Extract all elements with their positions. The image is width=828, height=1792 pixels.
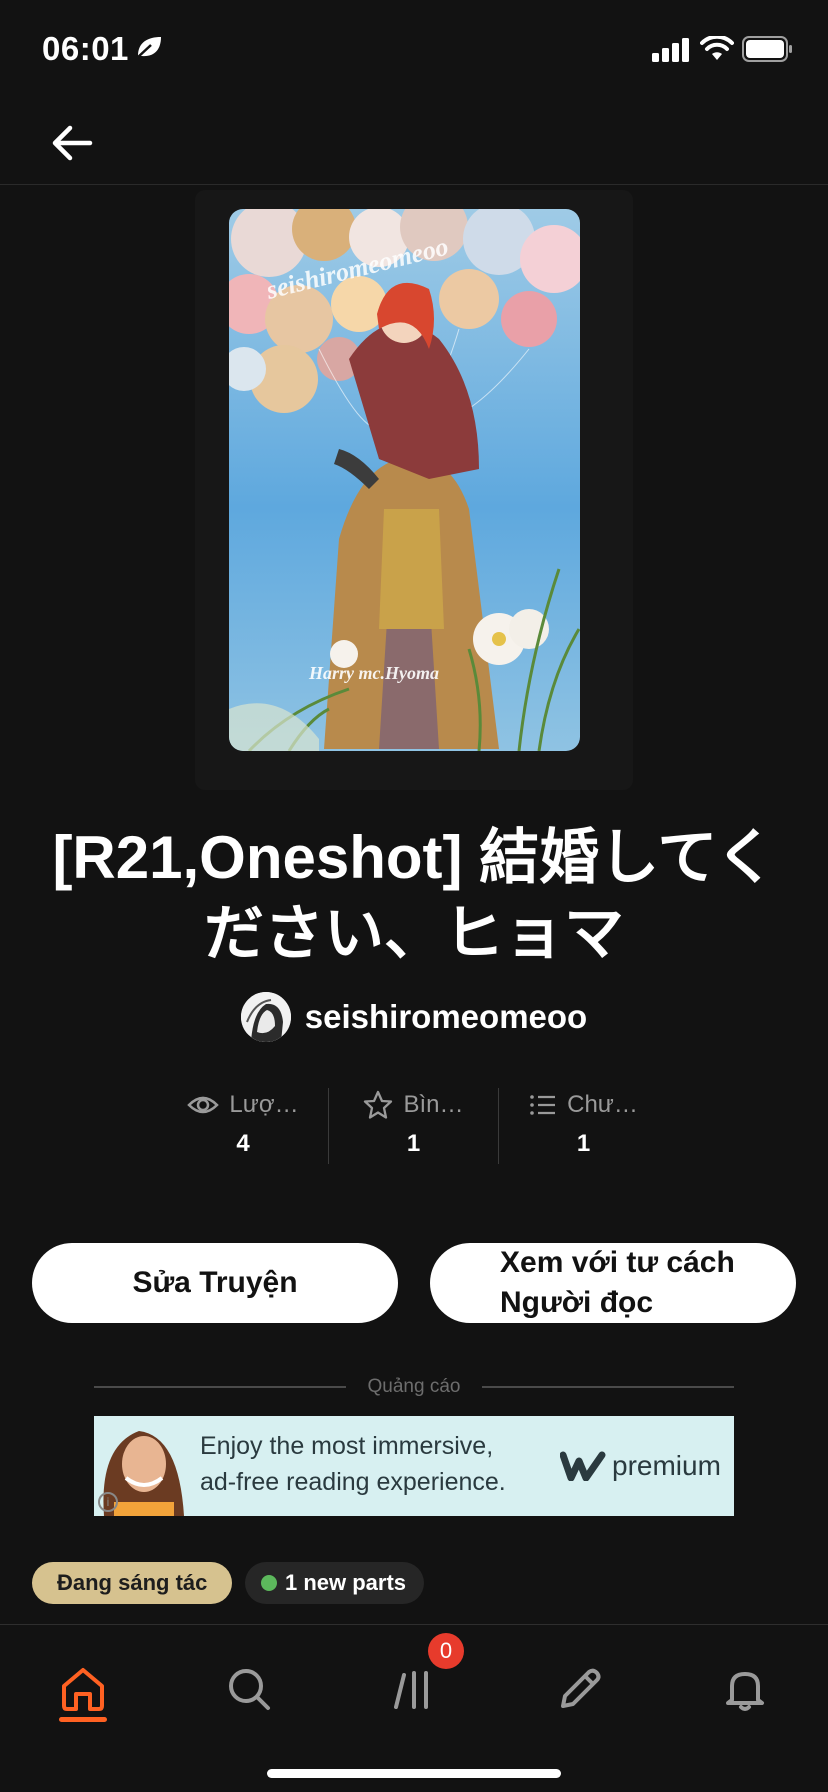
ad-text: Enjoy the most immersive, ad-free readin…: [200, 1428, 540, 1500]
story-detail-screen: 06:01 seishiromeomeoo Harry mc.Hyoma [R2…: [0, 0, 828, 1792]
battery-icon: [742, 36, 792, 62]
cover-artwork: seishiromeomeoo Harry mc.Hyoma: [229, 209, 580, 751]
green-dot-icon: [261, 1575, 277, 1591]
stat-votes: Bìn… 1: [328, 1088, 498, 1164]
stat-parts: Chư… 1: [498, 1088, 668, 1164]
eye-icon: [187, 1096, 220, 1114]
status-bar: 06:01: [0, 0, 828, 100]
stat-reads-value: 4: [236, 1130, 250, 1157]
nav-notifications[interactable]: [705, 1649, 785, 1729]
view-as-reader-line2: Người đọc: [500, 1286, 654, 1319]
ad-banner[interactable]: i Enjoy the most immersive, ad-free read…: [94, 1416, 734, 1516]
edit-story-button[interactable]: Sửa Truyện: [32, 1243, 398, 1323]
cover-watermark-bottom: Harry mc.Hyoma: [308, 663, 439, 683]
new-parts-badge: 1 new parts: [245, 1562, 425, 1604]
view-as-reader-button[interactable]: Xem với tư cách Người đọc: [430, 1243, 796, 1323]
status-badge: Đang sáng tác: [32, 1562, 233, 1604]
bell-icon: [726, 1672, 764, 1711]
active-tab-indicator: [59, 1717, 107, 1722]
info-icon[interactable]: i: [98, 1492, 118, 1512]
story-title: [R21,Oneshot] 結婚してください、ヒョマ: [52, 824, 776, 967]
nav-write[interactable]: [540, 1649, 620, 1729]
author-name: seishiromeomeoo: [304, 998, 588, 1035]
library-icon: [394, 1671, 428, 1709]
home-indicator: [267, 1769, 561, 1778]
wifi-icon: [700, 36, 734, 60]
ad-brand-label: premium: [612, 1450, 721, 1481]
stat-parts-value: 1: [576, 1130, 591, 1157]
arrow-left-icon: [52, 125, 93, 161]
new-parts-label: 1 new parts: [285, 1570, 407, 1595]
top-header: [0, 100, 828, 185]
pencil-icon: [561, 1668, 601, 1708]
ad-text-line1: Enjoy the most immersive,: [200, 1432, 494, 1460]
list-icon: [530, 1095, 556, 1115]
avatar: [240, 992, 291, 1042]
ad-brand: premium: [560, 1446, 721, 1486]
stat-reads-label: Lượ…: [229, 1091, 299, 1118]
search-icon: [229, 1669, 270, 1710]
status-time: 06:01: [42, 30, 129, 67]
author-row[interactable]: seishiromeomeoo: [0, 990, 828, 1044]
nav-search[interactable]: [209, 1649, 289, 1729]
bottom-navigation: 0: [0, 1624, 828, 1792]
ad-label-row: Quảng cáo: [94, 1372, 734, 1402]
view-as-reader-line1: Xem với tư cách: [500, 1246, 735, 1279]
library-badge: 0: [428, 1633, 464, 1669]
wattpad-logo-icon: [560, 1451, 606, 1481]
stat-votes-label: Bìn…: [403, 1091, 464, 1118]
divider: [94, 1386, 346, 1388]
home-icon: [62, 1668, 104, 1711]
divider: [482, 1386, 734, 1388]
back-button[interactable]: [44, 118, 100, 168]
leaf-icon: [136, 37, 161, 59]
ad-label: Quảng cáo: [367, 1376, 461, 1397]
story-cover[interactable]: seishiromeomeoo Harry mc.Hyoma: [229, 209, 580, 751]
stat-parts-label: Chư…: [567, 1091, 638, 1118]
stat-votes-value: 1: [406, 1130, 421, 1157]
signal-icon: [652, 38, 689, 62]
stat-reads: Lượ… 4: [158, 1088, 328, 1164]
star-icon: [364, 1090, 393, 1119]
ad-text-line2: ad-free reading experience.: [200, 1468, 506, 1496]
story-stats: Lượ… 4 Bìn… 1 Chư… 1: [158, 1088, 670, 1164]
